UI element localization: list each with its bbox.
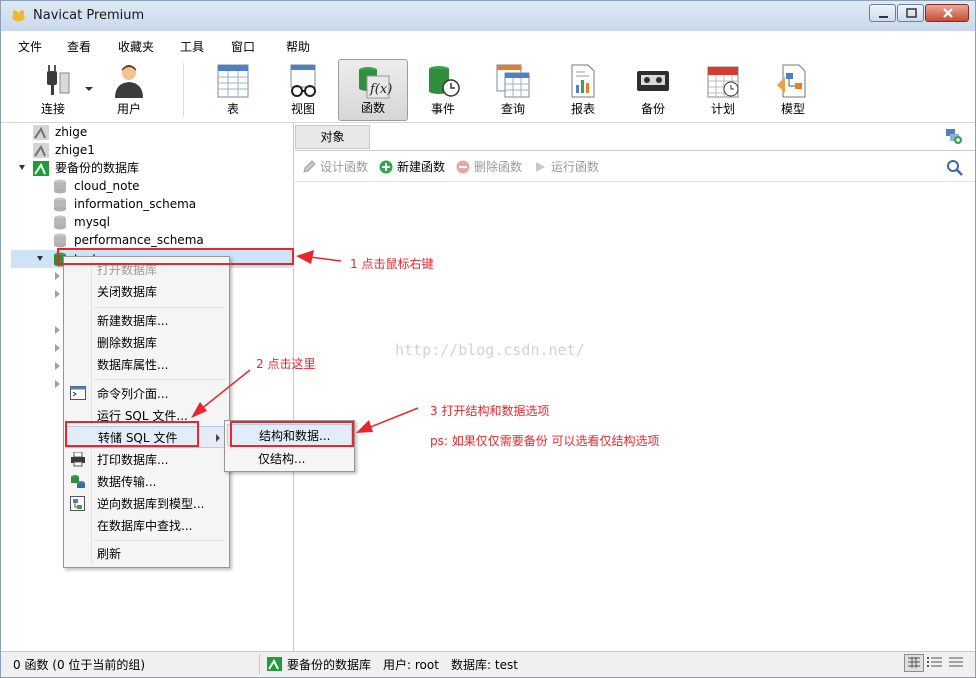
annotation-arrow-step2 [191, 369, 251, 418]
annotation-arrow-step3 [356, 407, 419, 433]
annotation-step1: 1 点击鼠标右键 [350, 257, 434, 271]
annotation-arrows [191, 250, 419, 433]
annotation-arrow-step1 [296, 250, 342, 264]
annotation-step2: 2 点击这里 [256, 357, 316, 371]
annotation-step3: 3 打开结构和数据选项 [430, 404, 550, 418]
annotation-ps: ps: 如果仅仅需要备份 可以选看仅结构选项 [430, 434, 660, 448]
